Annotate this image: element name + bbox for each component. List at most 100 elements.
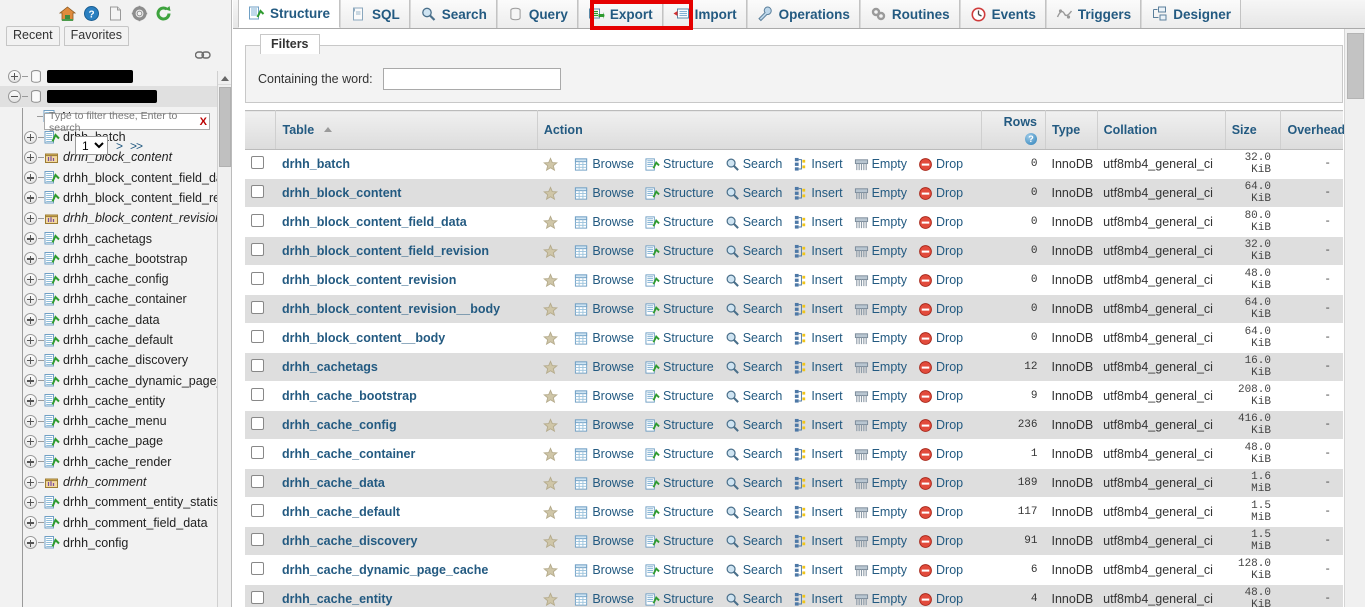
- tree-item[interactable]: drhh_cache_page: [0, 431, 217, 451]
- action-search[interactable]: Search: [725, 418, 782, 433]
- row-checkbox[interactable]: [251, 214, 264, 227]
- star-icon[interactable]: [543, 475, 559, 491]
- action-insert[interactable]: Insert: [793, 157, 843, 172]
- action-browse[interactable]: Browse: [574, 476, 634, 491]
- tab-sql[interactable]: SQL: [340, 0, 410, 28]
- action-drop[interactable]: Drop: [918, 157, 963, 172]
- action-search[interactable]: Search: [725, 505, 782, 520]
- action-insert[interactable]: Insert: [793, 186, 843, 201]
- help-icon[interactable]: ?: [83, 5, 100, 22]
- containing-word-input[interactable]: [382, 68, 561, 90]
- action-empty[interactable]: Empty: [854, 186, 907, 201]
- tab-triggers[interactable]: Triggers: [1045, 0, 1142, 28]
- action-structure[interactable]: Structure: [645, 534, 714, 549]
- tree-filter-clear-icon[interactable]: X: [200, 116, 207, 128]
- action-browse[interactable]: Browse: [574, 302, 634, 317]
- row-checkbox[interactable]: [251, 562, 264, 575]
- row-checkbox[interactable]: [251, 156, 264, 169]
- table-name-link[interactable]: drhh_block_content_field_data: [282, 215, 467, 229]
- tree-item[interactable]: drhh_cache_config: [0, 269, 217, 289]
- sidebar-scrollbar[interactable]: [217, 71, 231, 607]
- action-browse[interactable]: Browse: [574, 157, 634, 172]
- action-browse[interactable]: Browse: [574, 273, 634, 288]
- tree-last-page-link[interactable]: >>: [130, 139, 143, 153]
- tree-item[interactable]: drhh_cachetags: [0, 228, 217, 248]
- action-drop[interactable]: Drop: [918, 244, 963, 259]
- tab-query[interactable]: Query: [496, 0, 578, 28]
- tab-events[interactable]: Events: [959, 0, 1046, 28]
- tree-item[interactable]: drhh_comment: [0, 472, 217, 492]
- tree-item[interactable]: drhh_comment_field_data: [0, 513, 217, 533]
- expand-icon[interactable]: [24, 495, 37, 509]
- settings-gear-icon[interactable]: [131, 5, 148, 22]
- action-browse[interactable]: Browse: [574, 418, 634, 433]
- row-checkbox[interactable]: [251, 446, 264, 459]
- action-structure[interactable]: Structure: [645, 505, 714, 520]
- action-browse[interactable]: Browse: [574, 215, 634, 230]
- action-search[interactable]: Search: [725, 592, 782, 607]
- tree-filter-input[interactable]: Type to filter these, Enter to search X: [44, 110, 210, 134]
- action-drop[interactable]: Drop: [918, 186, 963, 201]
- tree-item[interactable]: [0, 66, 217, 86]
- expand-icon[interactable]: [24, 414, 37, 428]
- document-icon[interactable]: [107, 5, 124, 22]
- action-insert[interactable]: Insert: [793, 505, 843, 520]
- star-icon[interactable]: [543, 388, 559, 404]
- action-insert[interactable]: Insert: [793, 360, 843, 375]
- action-structure[interactable]: Structure: [645, 360, 714, 375]
- expand-icon[interactable]: [24, 536, 37, 550]
- row-checkbox[interactable]: [251, 504, 264, 517]
- action-empty[interactable]: Empty: [854, 534, 907, 549]
- action-insert[interactable]: Insert: [793, 476, 843, 491]
- expand-icon[interactable]: [24, 353, 37, 367]
- action-empty[interactable]: Empty: [854, 157, 907, 172]
- action-insert[interactable]: Insert: [793, 418, 843, 433]
- action-search[interactable]: Search: [725, 563, 782, 578]
- expand-icon[interactable]: [24, 475, 37, 489]
- home-icon[interactable]: [59, 5, 76, 22]
- tree-page-select[interactable]: 1: [74, 136, 108, 155]
- action-insert[interactable]: Insert: [793, 302, 843, 317]
- expand-icon[interactable]: [24, 434, 37, 448]
- action-structure[interactable]: Structure: [645, 215, 714, 230]
- action-empty[interactable]: Empty: [854, 418, 907, 433]
- action-drop[interactable]: Drop: [918, 273, 963, 288]
- action-insert[interactable]: Insert: [793, 215, 843, 230]
- rows-help-icon[interactable]: ?: [1025, 133, 1037, 145]
- expand-icon[interactable]: [24, 191, 37, 205]
- header-rows[interactable]: Rows ?: [981, 110, 1047, 150]
- tree-item[interactable]: drhh_cache_menu: [0, 411, 217, 431]
- action-browse[interactable]: Browse: [574, 389, 634, 404]
- row-checkbox[interactable]: [251, 417, 264, 430]
- expand-icon[interactable]: [24, 313, 37, 327]
- action-structure[interactable]: Structure: [645, 476, 714, 491]
- tree-item[interactable]: drhh_cache_render: [0, 452, 217, 472]
- action-drop[interactable]: Drop: [918, 592, 963, 607]
- action-insert[interactable]: Insert: [793, 592, 843, 607]
- tab-import[interactable]: Import: [662, 0, 747, 28]
- tree-item[interactable]: drhh_cache_data: [0, 310, 217, 330]
- main-scroll-thumb[interactable]: [1347, 33, 1364, 99]
- action-search[interactable]: Search: [725, 534, 782, 549]
- action-browse[interactable]: Browse: [574, 186, 634, 201]
- star-icon[interactable]: [543, 446, 559, 462]
- table-name-link[interactable]: drhh_cache_dynamic_page_cache: [282, 563, 488, 577]
- action-search[interactable]: Search: [725, 215, 782, 230]
- action-search[interactable]: Search: [725, 273, 782, 288]
- action-browse[interactable]: Browse: [574, 505, 634, 520]
- action-insert[interactable]: Insert: [793, 273, 843, 288]
- expand-icon[interactable]: [24, 171, 37, 185]
- chain-link-icon[interactable]: [194, 49, 211, 63]
- action-empty[interactable]: Empty: [854, 563, 907, 578]
- tree-item[interactable]: [0, 86, 217, 107]
- action-browse[interactable]: Browse: [574, 447, 634, 462]
- action-structure[interactable]: Structure: [645, 447, 714, 462]
- action-drop[interactable]: Drop: [918, 563, 963, 578]
- action-browse[interactable]: Browse: [574, 331, 634, 346]
- row-checkbox[interactable]: [251, 359, 264, 372]
- refresh-icon[interactable]: [155, 5, 172, 22]
- expand-icon[interactable]: [24, 516, 37, 530]
- star-icon[interactable]: [543, 359, 559, 375]
- star-icon[interactable]: [543, 417, 559, 433]
- expand-icon[interactable]: [24, 374, 37, 388]
